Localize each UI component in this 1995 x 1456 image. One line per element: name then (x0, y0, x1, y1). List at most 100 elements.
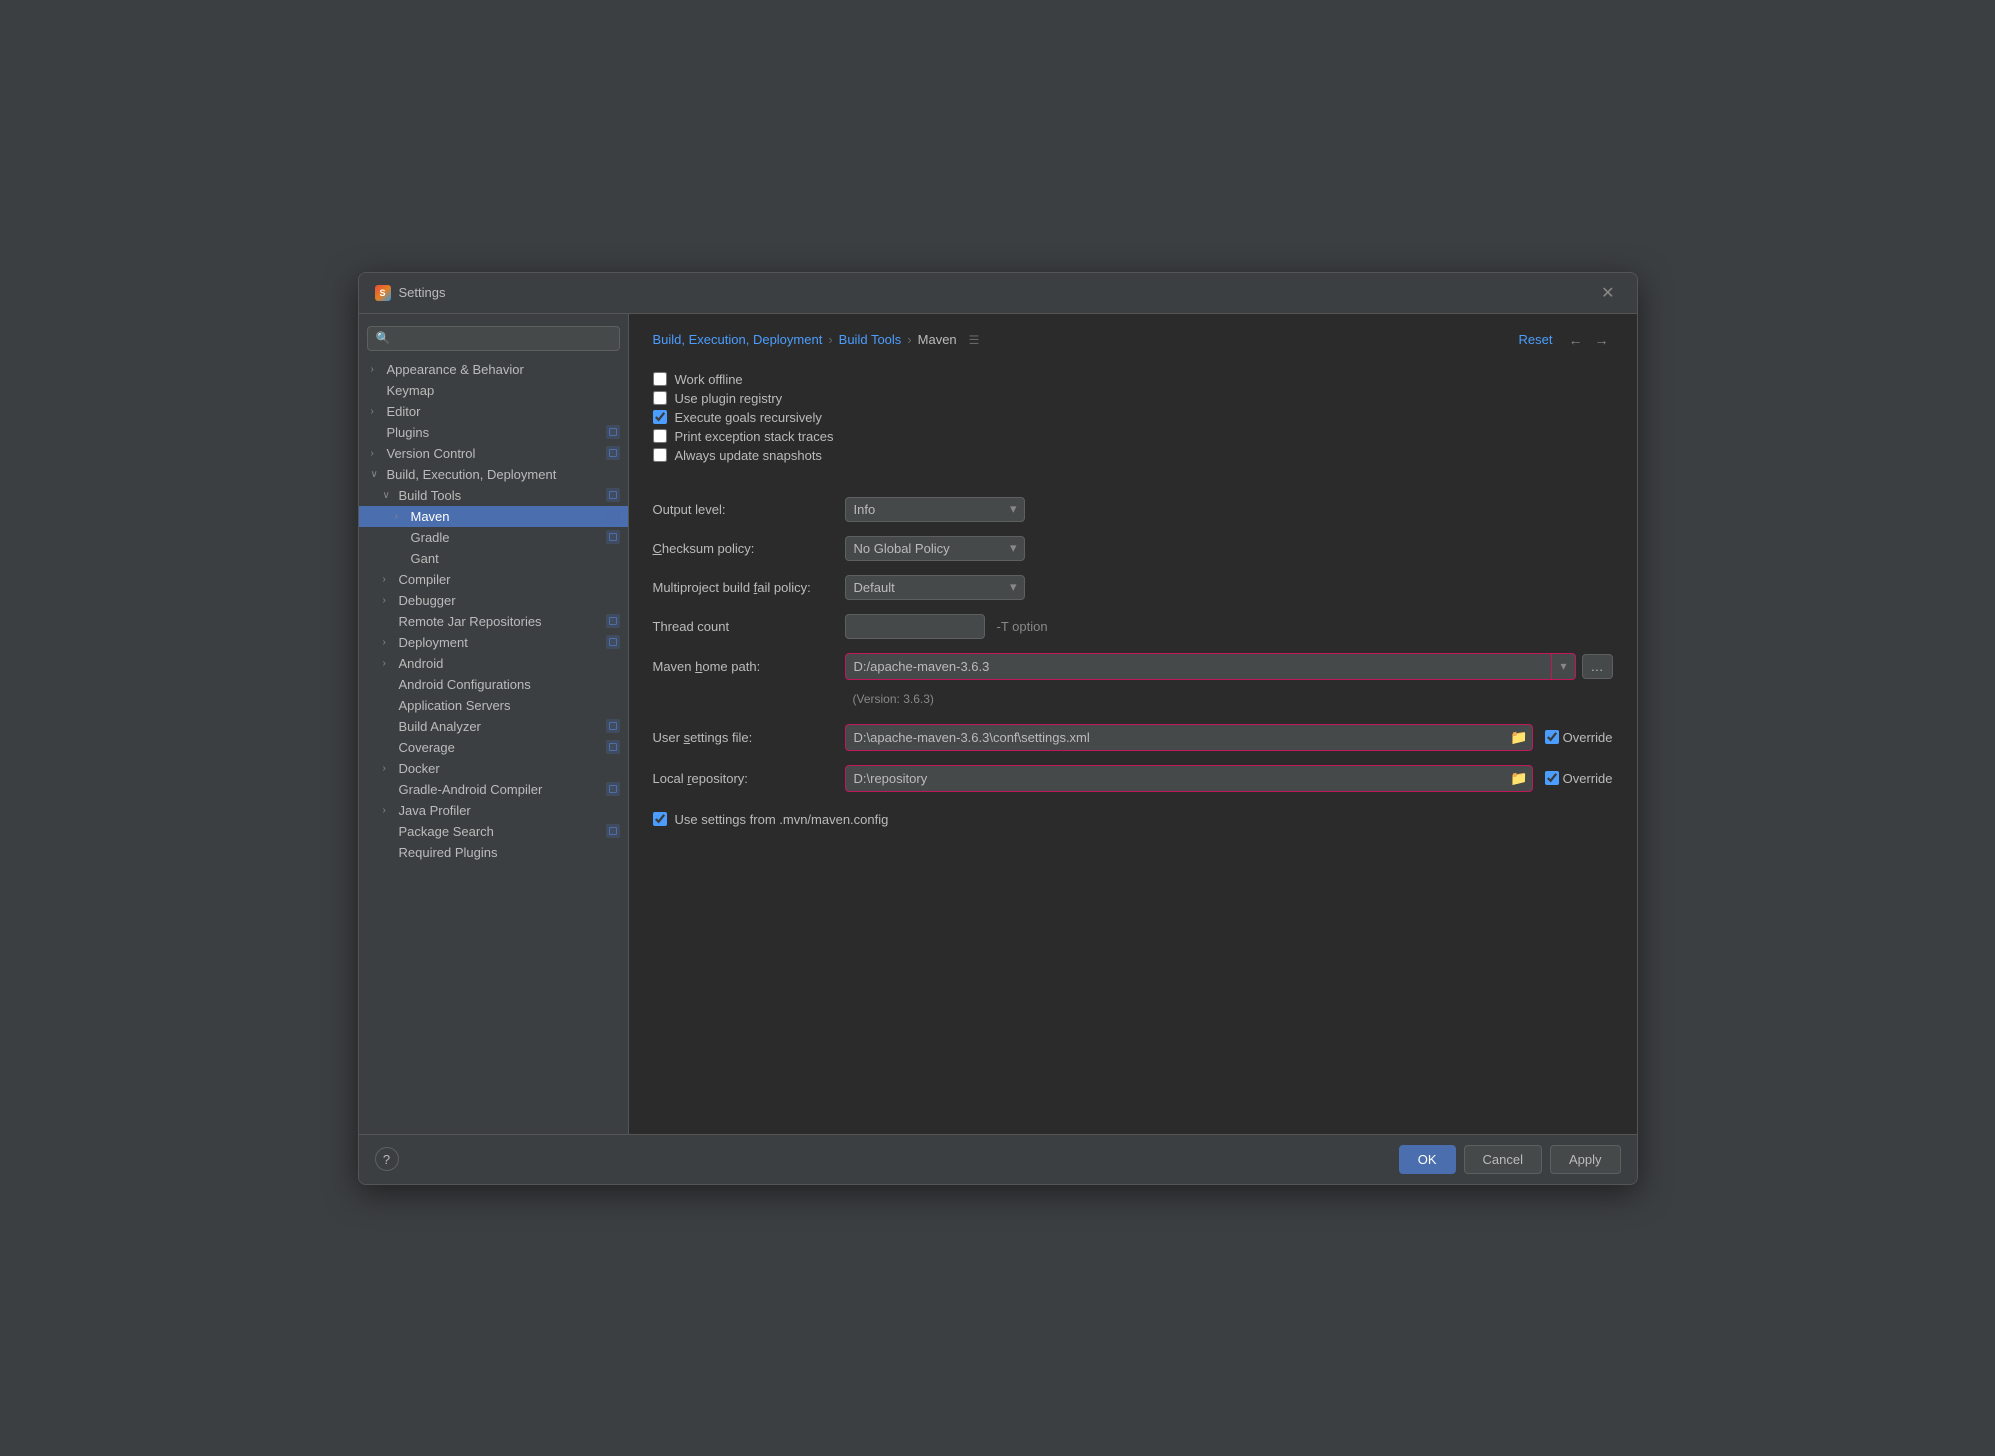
sidebar-item-debugger[interactable]: ›Debugger (359, 590, 628, 611)
sidebar-item-gradle-android[interactable]: Gradle-Android Compiler (359, 779, 628, 800)
sidebar-item-maven[interactable]: ›Maven (359, 506, 628, 527)
checkbox-row-work-offline: Work offline (653, 370, 1613, 389)
sidebar-label-coverage: Coverage (399, 740, 455, 755)
maven-home-browse-btn[interactable]: … (1582, 654, 1613, 679)
sidebar-item-compiler[interactable]: ›Compiler (359, 569, 628, 590)
local-repo-override-check[interactable] (1545, 771, 1559, 785)
thread-count-input[interactable] (845, 614, 985, 639)
multiproject-policy-select[interactable]: Default Fail at End Fail Fast Never Fail (845, 575, 1025, 600)
use-mvn-config-check[interactable] (653, 812, 667, 826)
sidebar-item-android-config[interactable]: Android Configurations (359, 674, 628, 695)
reset-button[interactable]: Reset (1519, 332, 1553, 347)
forward-button[interactable]: → (1591, 330, 1613, 350)
sidebar-item-build-analyzer[interactable]: Build Analyzer (359, 716, 628, 737)
user-settings-input-wrap[interactable]: 📁 (845, 724, 1533, 751)
user-settings-override: Override (1545, 730, 1613, 745)
user-settings-folder-icon[interactable]: 📁 (1510, 729, 1527, 746)
arrow-icon-editor: › (371, 406, 383, 417)
badge-maven (606, 509, 620, 523)
local-repo-folder-icon[interactable]: 📁 (1510, 770, 1527, 787)
local-repo-input-wrap[interactable]: 📁 (845, 765, 1533, 792)
sidebar-label-gant: Gant (411, 551, 439, 566)
sidebar-label-deployment: Deployment (399, 635, 468, 650)
checkbox-rows: Work offlineUse plugin registryExecute g… (653, 370, 1613, 465)
sidebar: 🔍 ›Appearance & Behavior Keymap › Editor Plu… (359, 314, 629, 1134)
multiproject-policy-row: Multiproject build fail policy: Default … (653, 575, 1613, 600)
sidebar-item-package-search[interactable]: Package Search (359, 821, 628, 842)
apply-button[interactable]: Apply (1550, 1145, 1621, 1174)
search-input[interactable] (396, 331, 610, 346)
arrow-icon-java-profiler: › (383, 805, 395, 816)
checkbox-use-plugin-registry[interactable] (653, 391, 667, 405)
checkbox-print-exception[interactable] (653, 429, 667, 443)
checksum-policy-select[interactable]: No Global Policy Fail Warn Ignore (845, 536, 1025, 561)
sidebar-label-editor: Editor (387, 404, 421, 419)
output-level-label: Output level: (653, 502, 833, 517)
badge-plugins (606, 425, 620, 439)
output-level-row: Output level: Info Debug Warning Error (653, 497, 1613, 522)
back-button[interactable]: ← (1565, 330, 1587, 350)
sidebar-item-required-plugins[interactable]: Required Plugins (359, 842, 628, 863)
sidebar-item-android[interactable]: ›Android (359, 653, 628, 674)
maven-version-hint: (Version: 3.6.3) (853, 692, 1613, 706)
ok-button[interactable]: OK (1399, 1145, 1456, 1174)
badge-coverage (606, 740, 620, 754)
checkbox-work-offline[interactable] (653, 372, 667, 386)
sidebar-item-build-exec-deploy[interactable]: ∨Build, Execution, Deployment (359, 464, 628, 485)
help-button[interactable]: ? (375, 1147, 399, 1171)
checkbox-label-execute-goals: Execute goals recursively (675, 410, 822, 425)
breadcrumb-sep1: › (828, 332, 832, 347)
local-repo-label: Local repository: (653, 771, 833, 786)
sidebar-item-appearance[interactable]: ›Appearance & Behavior (359, 359, 628, 380)
use-mvn-config-label: Use settings from .mvn/maven.config (675, 812, 889, 827)
sidebar-label-version-control: Version Control (387, 446, 476, 461)
sidebar-item-editor[interactable]: › Editor (359, 401, 628, 422)
checksum-underline: C (653, 541, 662, 556)
main-panel: Build, Execution, Deployment › Build Too… (629, 314, 1637, 1134)
user-settings-override-label: Override (1563, 730, 1613, 745)
sidebar-item-gant[interactable]: Gant (359, 548, 628, 569)
sidebar-label-remote-jar: Remote Jar Repositories (399, 614, 542, 629)
use-mvn-config-row: Use settings from .mvn/maven.config (653, 810, 1613, 829)
sidebar-item-remote-jar[interactable]: Remote Jar Repositories (359, 611, 628, 632)
badge-deployment (606, 635, 620, 649)
sidebar-item-coverage[interactable]: Coverage (359, 737, 628, 758)
arrow-icon-docker: › (383, 763, 395, 774)
sidebar-label-android-config: Android Configurations (399, 677, 531, 692)
user-settings-input[interactable] (850, 727, 1505, 748)
sidebar-item-docker[interactable]: ›Docker (359, 758, 628, 779)
breadcrumb: Build, Execution, Deployment › Build Too… (653, 330, 1613, 350)
sidebar-item-java-profiler[interactable]: › Java Profiler (359, 800, 628, 821)
maven-home-dropdown-btn[interactable]: ▾ (1552, 653, 1575, 680)
sidebar-label-keymap: Keymap (387, 383, 435, 398)
arrow-icon-deployment: › (383, 637, 395, 648)
sidebar-item-keymap[interactable]: Keymap (359, 380, 628, 401)
local-repo-input[interactable] (850, 768, 1505, 789)
sidebar-item-app-servers[interactable]: Application Servers (359, 695, 628, 716)
breadcrumb-buildtools[interactable]: Build Tools (839, 332, 902, 347)
sidebar-nav: ›Appearance & Behavior Keymap › Editor Plugi… (359, 359, 628, 863)
checkbox-row-always-update: Always update snapshots (653, 446, 1613, 465)
checksum-policy-row: Checksum policy: No Global Policy Fail W… (653, 536, 1613, 561)
sidebar-item-gradle[interactable]: Gradle (359, 527, 628, 548)
sidebar-label-gradle-android: Gradle-Android Compiler (399, 782, 543, 797)
arrow-icon-build-exec-deploy: ∨ (371, 469, 383, 480)
maven-home-input[interactable] (845, 653, 1553, 680)
sidebar-item-build-tools[interactable]: ∨Build Tools (359, 485, 628, 506)
cancel-button[interactable]: Cancel (1464, 1145, 1542, 1174)
output-level-select[interactable]: Info Debug Warning Error (845, 497, 1025, 522)
output-level-wrap: Info Debug Warning Error (845, 497, 1025, 522)
sidebar-label-java-profiler: Java Profiler (399, 803, 471, 818)
checkbox-row-print-exception: Print exception stack traces (653, 427, 1613, 446)
sidebar-item-version-control[interactable]: ›Version Control (359, 443, 628, 464)
user-settings-override-check[interactable] (1545, 730, 1559, 744)
sidebar-item-deployment[interactable]: › Deployment (359, 632, 628, 653)
checkbox-label-print-exception: Print exception stack traces (675, 429, 834, 444)
user-settings-label: User settings file: (653, 730, 833, 745)
checkbox-execute-goals[interactable] (653, 410, 667, 424)
close-button[interactable]: ✕ (1595, 281, 1620, 305)
checkbox-always-update[interactable] (653, 448, 667, 462)
sidebar-item-plugins[interactable]: Plugins (359, 422, 628, 443)
search-box[interactable]: 🔍 (367, 326, 620, 351)
breadcrumb-build[interactable]: Build, Execution, Deployment (653, 332, 823, 347)
